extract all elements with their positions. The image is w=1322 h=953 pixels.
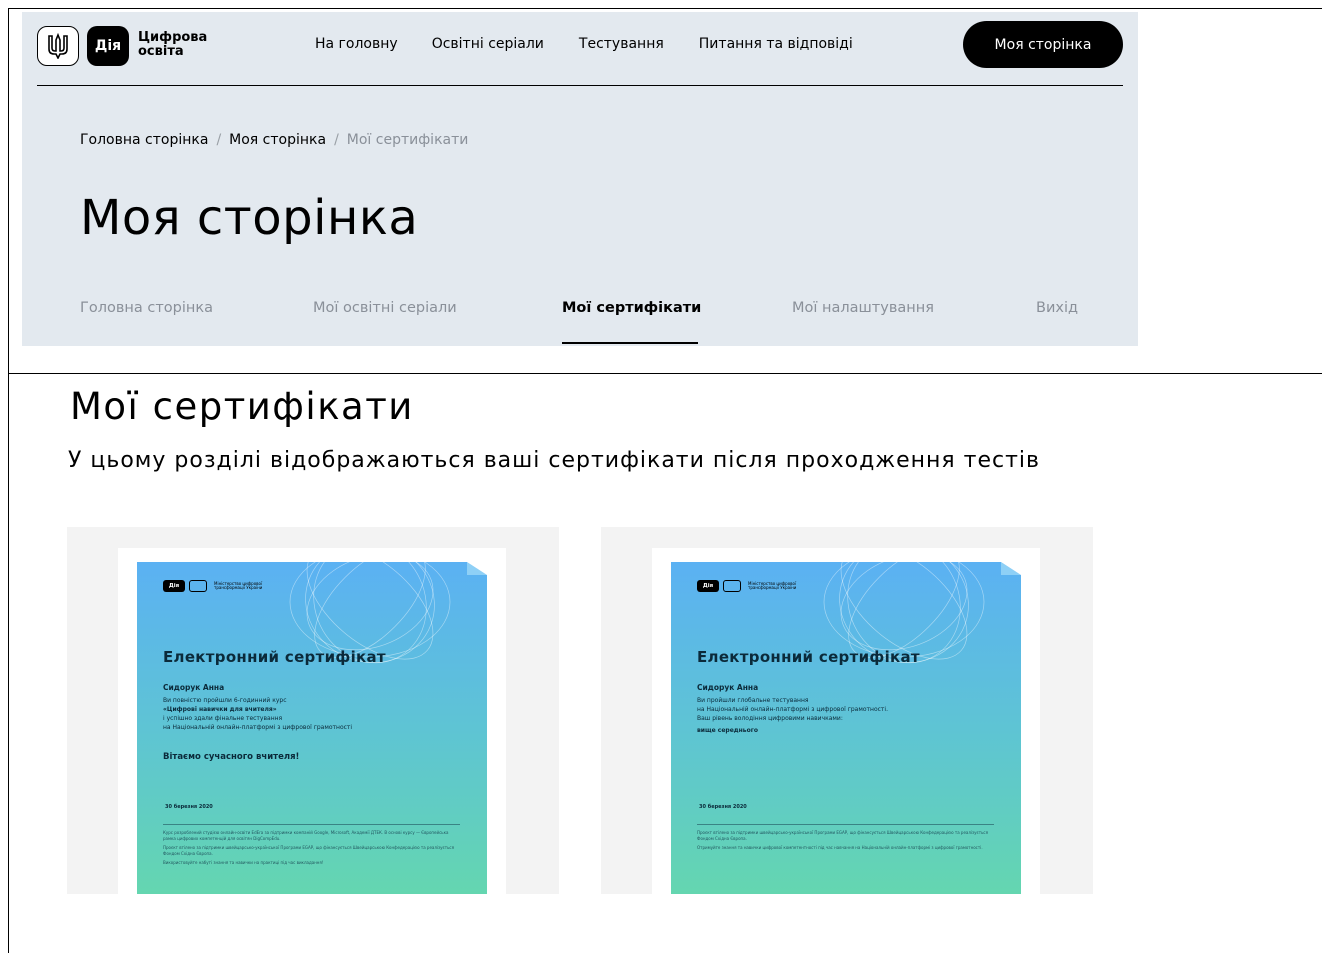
- certificate-divider: [163, 824, 460, 825]
- profile-tabs: Головна сторінка Мої освітні серіали Мої…: [80, 300, 1090, 346]
- breadcrumb: Головна сторінка / Моя сторінка / Мої сертиф…: [80, 132, 468, 148]
- certificate-date: 30 березня 2020: [165, 804, 213, 810]
- certificate-level: вище середнього: [697, 727, 758, 734]
- certificate-body: Ви повністю пройшли 6-годинний курс «Циф…: [163, 696, 463, 732]
- tab-my-series[interactable]: Мої освітні серіали: [313, 300, 457, 316]
- section-subtitle: У цьому розділі відображаються ваші серт…: [68, 448, 1040, 473]
- ministry-name: Міністерство цифрової трансформації Укра…: [748, 580, 797, 590]
- certificate-line: на Національній онлайн-платформі з цифро…: [163, 724, 353, 731]
- certificate-title: Електронний сертифікат: [163, 648, 386, 666]
- certificate-line: «Цифрові навички для вчителя»: [163, 706, 277, 713]
- brand-line-2: освіта: [138, 44, 184, 59]
- certificate-paper: Дія Міністерство цифрової трансформації …: [118, 548, 506, 894]
- nav-series[interactable]: Освітні серіали: [432, 36, 544, 52]
- my-page-button[interactable]: Моя сторінка: [963, 21, 1123, 68]
- certificate-divider: [697, 824, 994, 825]
- certificate-line: Ви повністю пройшли 6-годинний курс: [163, 697, 287, 704]
- trident-svg: [48, 33, 68, 59]
- breadcrumb-current: Мої сертифікати: [346, 132, 469, 148]
- brand-name[interactable]: Цифрова освіта: [138, 31, 207, 59]
- certificate-card[interactable]: Дія Міністерство цифрової трансформації …: [67, 527, 559, 894]
- certificate-card[interactable]: Дія Міністерство цифрової трансформації …: [601, 527, 1093, 894]
- tab-home[interactable]: Головна сторінка: [80, 300, 213, 316]
- trident-emblem-icon: [189, 580, 207, 592]
- fine-print-line: Проєкт втілено за підтримки швейцарсько-…: [697, 830, 989, 841]
- page-fold-corner: [1001, 562, 1021, 575]
- breadcrumb-separator: /: [216, 132, 222, 148]
- main-nav: На головну Освітні серіали Тестування Пи…: [315, 36, 853, 52]
- certificate-recipient: Сидорук Анна: [163, 683, 225, 692]
- diia-logo-icon[interactable]: Дія: [87, 26, 129, 66]
- certificate-logos: Дія Міністерство цифрової трансформації …: [163, 580, 264, 592]
- certificate-preview[interactable]: Дія Міністерство цифрової трансформації …: [671, 562, 1021, 894]
- fine-print-line: Отримуйте знання та навички цифрової ком…: [697, 845, 983, 850]
- certificate-line: на Національній онлайн-платформі з цифро…: [697, 706, 888, 713]
- page-title: Моя сторінка: [80, 190, 419, 246]
- brand-line-1: Цифрова: [138, 30, 208, 45]
- certificate-congrats: Вітаємо сучасного вчителя!: [163, 752, 300, 762]
- fine-print-line: Курс розроблений студією онлайн-освіти E…: [163, 830, 449, 841]
- trident-emblem-icon[interactable]: [37, 26, 79, 66]
- breadcrumb-home[interactable]: Головна сторінка: [80, 132, 208, 148]
- diia-logo-icon: Дія: [697, 580, 719, 592]
- nav-faq[interactable]: Питання та відповіді: [699, 36, 853, 52]
- tab-my-settings[interactable]: Мої налаштування: [792, 300, 934, 316]
- trident-emblem-icon: [723, 580, 741, 592]
- certificate-paper: Дія Міністерство цифрової трансформації …: [652, 548, 1040, 894]
- certificate-recipient: Сидорук Анна: [697, 683, 759, 692]
- certificate-fine-print: Проєкт втілено за підтримки швейцарсько-…: [697, 830, 994, 851]
- ministry-name: Міністерство цифрової трансформації Укра…: [214, 580, 263, 590]
- certificate-line: Ви пройшли глобальне тестування: [697, 697, 809, 704]
- certificate-date: 30 березня 2020: [699, 804, 747, 810]
- breadcrumb-separator: /: [334, 132, 339, 148]
- certificate-body: Ви пройшли глобальне тестування на Націо…: [697, 696, 997, 735]
- certificate-title: Електронний сертифікат: [697, 648, 920, 666]
- fine-print-line: Проєкт втілено за підтримки швейцарсько-…: [163, 845, 455, 856]
- active-tab-indicator: [562, 342, 698, 344]
- nav-testing[interactable]: Тестування: [579, 36, 664, 52]
- top-panel: Дія Цифрова освіта На головну Освітні се…: [22, 12, 1138, 346]
- tab-my-certificates[interactable]: Мої сертифікати: [562, 300, 701, 316]
- section-title: Мої сертифікати: [70, 385, 414, 428]
- diia-logo-icon: Дія: [163, 580, 185, 592]
- certificate-logos: Дія Міністерство цифрової трансформації …: [697, 580, 798, 592]
- tab-logout[interactable]: Вихід: [1036, 300, 1078, 316]
- site-header: Дія Цифрова освіта На головну Освітні се…: [37, 12, 1123, 86]
- nav-home[interactable]: На головну: [315, 36, 398, 52]
- fine-print-line: Використовуйте набуті знання та навички …: [163, 860, 324, 865]
- certificate-line: Ваш рівень володіння цифровими навичками…: [697, 715, 843, 722]
- certificate-preview[interactable]: Дія Міністерство цифрової трансформації …: [137, 562, 487, 894]
- certificate-fine-print: Курс розроблений студією онлайн-освіти E…: [163, 830, 460, 866]
- page-fold-corner: [467, 562, 487, 575]
- breadcrumb-my-page[interactable]: Моя сторінка: [229, 132, 326, 148]
- certificate-line: і успішно здали фінальне тестування: [163, 715, 283, 722]
